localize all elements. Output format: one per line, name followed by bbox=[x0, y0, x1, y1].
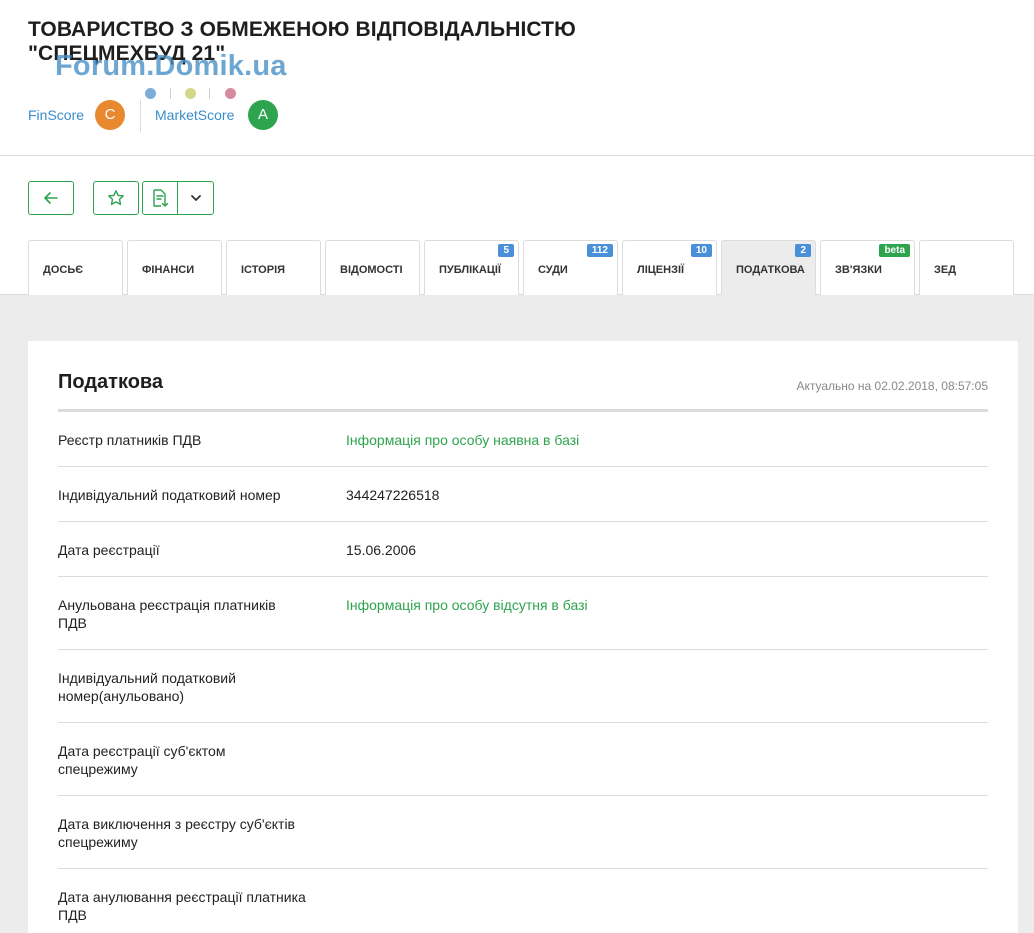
back-button[interactable] bbox=[28, 181, 74, 215]
row-label: Анульована реєстрація платників ПДВ bbox=[58, 597, 276, 631]
finscore-link[interactable]: FinScore bbox=[28, 107, 84, 123]
score-divider bbox=[140, 100, 141, 132]
watermark: Forum.Domik.ua bbox=[55, 50, 287, 82]
tab-count-badge: 112 bbox=[586, 244, 613, 257]
row-label: Дата анулювання реєстрації платника ПДВ bbox=[58, 889, 306, 923]
last-updated-text: Актуально на 02.02.2018, 08:57:05 bbox=[796, 379, 988, 393]
tab-zed[interactable]: ЗЕД bbox=[919, 240, 1014, 295]
tab-beta-badge: beta bbox=[879, 244, 910, 257]
info-row: Реєстр платників ПДВ Інформація про особ… bbox=[58, 412, 988, 467]
tab-count-badge: 10 bbox=[690, 244, 712, 257]
info-row: Дата реєстрації суб'єктом спецрежиму bbox=[58, 723, 988, 796]
tab-label: ПУБЛІКАЦІЇ bbox=[439, 264, 501, 276]
arrow-left-icon bbox=[44, 192, 58, 204]
row-label: Дата реєстрації суб'єктом спецрежиму bbox=[58, 743, 226, 777]
tab-litsenzii[interactable]: ЛІЦЕНЗІЇ 10 bbox=[622, 240, 717, 295]
info-row: Дата анулювання реєстрації платника ПДВ bbox=[58, 869, 988, 933]
info-row: Дата виключення з реєстру суб'єктів спец… bbox=[58, 796, 988, 869]
export-button[interactable] bbox=[142, 181, 178, 215]
marketscore-grade-badge: A bbox=[248, 100, 278, 130]
info-row: Анульована реєстрація платників ПДВ Інфо… bbox=[58, 577, 988, 650]
row-label: Дата реєстрації bbox=[58, 542, 160, 558]
info-row: Індивідуальний податковий номер 34424722… bbox=[58, 467, 988, 522]
tab-label: ЛІЦЕНЗІЇ bbox=[637, 264, 685, 276]
tab-count-badge: 5 bbox=[498, 244, 514, 257]
finscore-grade-badge: C bbox=[95, 100, 125, 130]
marketscore-link[interactable]: MarketScore bbox=[155, 107, 234, 123]
tab-label: ЗЕД bbox=[934, 264, 957, 276]
score-dot-blue bbox=[145, 88, 156, 99]
tab-finansy[interactable]: ФІНАНСИ bbox=[127, 240, 222, 295]
tab-zviazky[interactable]: ЗВ'ЯЗКИ beta bbox=[820, 240, 915, 295]
tab-publikatsii[interactable]: ПУБЛІКАЦІЇ 5 bbox=[424, 240, 519, 295]
favorite-button[interactable] bbox=[93, 181, 139, 215]
info-row: Індивідуальний податковий номер(анульова… bbox=[58, 650, 988, 723]
tab-istoriia[interactable]: ІСТОРІЯ bbox=[226, 240, 321, 295]
row-value: Інформація про особу відсутня в базі bbox=[346, 597, 588, 613]
tab-sudy[interactable]: СУДИ 112 bbox=[523, 240, 618, 295]
page-header: ТОВАРИСТВО З ОБМЕЖЕНОЮ ВІДПОВІДАЛЬНІСТЮ … bbox=[0, 0, 1034, 156]
tab-label: ВІДОМОСТІ bbox=[340, 264, 403, 276]
row-label: Індивідуальний податковий номер bbox=[58, 487, 281, 503]
export-dropdown-button[interactable] bbox=[177, 181, 214, 215]
tab-label: ІСТОРІЯ bbox=[241, 264, 286, 276]
dot-separator bbox=[170, 88, 171, 99]
row-label: Реєстр платників ПДВ bbox=[58, 432, 202, 448]
tab-podatkova[interactable]: ПОДАТКОВА 2 bbox=[721, 240, 816, 295]
star-icon bbox=[108, 190, 124, 206]
score-dot-yellow bbox=[185, 88, 196, 99]
tab-label: ПОДАТКОВА bbox=[736, 264, 805, 276]
tab-label: СУДИ bbox=[538, 264, 568, 276]
row-label: Дата виключення з реєстру суб'єктів спец… bbox=[58, 816, 295, 850]
tab-vidomosti[interactable]: ВІДОМОСТІ bbox=[325, 240, 420, 295]
tab-count-badge: 2 bbox=[795, 244, 811, 257]
score-dot-pink bbox=[225, 88, 236, 99]
row-value: 15.06.2006 bbox=[346, 542, 417, 558]
chevron-down-icon bbox=[190, 195, 201, 201]
card-title: Податкова bbox=[58, 371, 164, 393]
tab-label: ЗВ'ЯЗКИ bbox=[835, 264, 882, 276]
tab-label: ФІНАНСИ bbox=[142, 264, 195, 276]
tab-dosie[interactable]: ДОСЬЄ bbox=[28, 240, 123, 295]
dot-separator bbox=[209, 88, 210, 99]
tab-label: ДОСЬЄ bbox=[43, 264, 84, 276]
row-value: 344247226518 bbox=[346, 487, 440, 503]
info-row: Дата реєстрації 15.06.2006 bbox=[58, 522, 988, 577]
document-download-icon bbox=[153, 189, 169, 207]
row-label: Індивідуальний податковий номер(анульова… bbox=[58, 670, 236, 704]
tax-info-card: Податкова Актуально на 02.02.2018, 08:57… bbox=[28, 341, 1018, 933]
row-value: Інформація про особу наявна в базі bbox=[346, 432, 580, 448]
